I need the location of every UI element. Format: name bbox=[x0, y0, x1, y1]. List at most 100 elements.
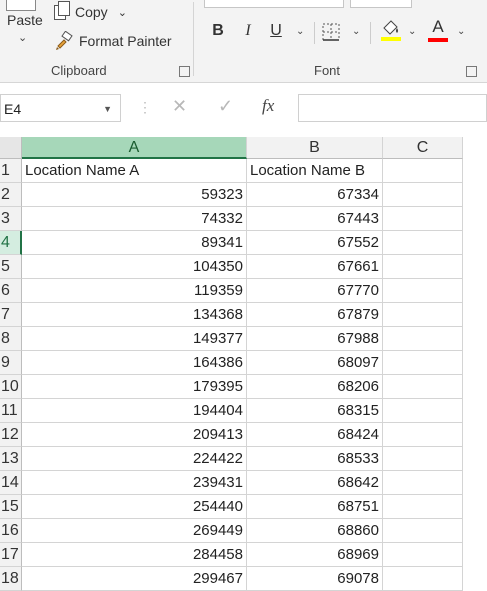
cell-a10[interactable]: 179395 bbox=[22, 375, 247, 399]
row-header-18[interactable]: 18 bbox=[0, 567, 22, 591]
name-box[interactable]: E4 ▼ bbox=[0, 94, 121, 122]
cell-a9[interactable]: 164386 bbox=[22, 351, 247, 375]
row-header-1[interactable]: 1 bbox=[0, 159, 22, 183]
row-header-12[interactable]: 12 bbox=[0, 423, 22, 447]
cell-a1[interactable]: Location Name A bbox=[22, 159, 247, 183]
select-all-button[interactable] bbox=[0, 137, 22, 159]
cell-a3[interactable]: 74332 bbox=[22, 207, 247, 231]
cell-b16[interactable]: 68860 bbox=[247, 519, 383, 543]
cell-a18[interactable]: 299467 bbox=[22, 567, 247, 591]
italic-button[interactable]: I bbox=[238, 20, 258, 42]
cell-a5[interactable]: 104350 bbox=[22, 255, 247, 279]
cell-b14[interactable]: 68642 bbox=[247, 471, 383, 495]
cell-c6[interactable] bbox=[383, 279, 463, 303]
row-header-5[interactable]: 5 bbox=[0, 255, 22, 279]
cell-b15[interactable]: 68751 bbox=[247, 495, 383, 519]
cell-c9[interactable] bbox=[383, 351, 463, 375]
row-header-14[interactable]: 14 bbox=[0, 471, 22, 495]
bold-button[interactable]: B bbox=[208, 20, 228, 42]
row-header-10[interactable]: 10 bbox=[0, 375, 22, 399]
cell-a2[interactable]: 59323 bbox=[22, 183, 247, 207]
cell-c7[interactable] bbox=[383, 303, 463, 327]
cell-b17[interactable]: 68969 bbox=[247, 543, 383, 567]
cell-a15[interactable]: 254440 bbox=[22, 495, 247, 519]
underline-button[interactable]: U bbox=[266, 20, 286, 42]
cell-c8[interactable] bbox=[383, 327, 463, 351]
cell-a14[interactable]: 239431 bbox=[22, 471, 247, 495]
row-header-17[interactable]: 17 bbox=[0, 543, 22, 567]
cell-a13[interactable]: 224422 bbox=[22, 447, 247, 471]
paste-dropdown-icon[interactable]: ⌄ bbox=[18, 31, 27, 44]
cell-b18[interactable]: 69078 bbox=[247, 567, 383, 591]
cell-c16[interactable] bbox=[383, 519, 463, 543]
cell-b1[interactable]: Location Name B bbox=[247, 159, 383, 183]
underline-dropdown-icon[interactable]: ⌄ bbox=[296, 26, 304, 37]
column-header-c[interactable]: C bbox=[383, 137, 463, 159]
format-painter-button[interactable]: Format Painter bbox=[54, 31, 172, 51]
row-header-4[interactable]: 4 bbox=[0, 231, 22, 255]
row-header-2[interactable]: 2 bbox=[0, 183, 22, 207]
cell-b9[interactable]: 68097 bbox=[247, 351, 383, 375]
cell-a16[interactable]: 269449 bbox=[22, 519, 247, 543]
cell-c2[interactable] bbox=[383, 183, 463, 207]
cell-b4[interactable]: 67552 bbox=[247, 231, 383, 255]
cell-c4[interactable] bbox=[383, 231, 463, 255]
row-header-3[interactable]: 3 bbox=[0, 207, 22, 231]
cell-a6[interactable]: 119359 bbox=[22, 279, 247, 303]
cell-c17[interactable] bbox=[383, 543, 463, 567]
cell-b12[interactable]: 68424 bbox=[247, 423, 383, 447]
font-name-select[interactable] bbox=[204, 0, 344, 8]
cell-b8[interactable]: 67988 bbox=[247, 327, 383, 351]
name-box-dropdown-icon[interactable]: ▼ bbox=[103, 95, 112, 123]
row-header-13[interactable]: 13 bbox=[0, 447, 22, 471]
cell-b2[interactable]: 67334 bbox=[247, 183, 383, 207]
row-header-16[interactable]: 16 bbox=[0, 519, 22, 543]
cell-a7[interactable]: 134368 bbox=[22, 303, 247, 327]
row-header-9[interactable]: 9 bbox=[0, 351, 22, 375]
borders-dropdown-icon[interactable]: ⌄ bbox=[352, 26, 360, 37]
row-header-15[interactable]: 15 bbox=[0, 495, 22, 519]
cell-c11[interactable] bbox=[383, 399, 463, 423]
row-header-7[interactable]: 7 bbox=[0, 303, 22, 327]
column-header-b[interactable]: B bbox=[247, 137, 383, 159]
cancel-icon[interactable]: ✕ bbox=[172, 96, 187, 117]
copy-button[interactable]: Copy ⌄ bbox=[54, 1, 127, 22]
cell-b5[interactable]: 67661 bbox=[247, 255, 383, 279]
cell-a17[interactable]: 284458 bbox=[22, 543, 247, 567]
borders-icon[interactable] bbox=[321, 22, 343, 42]
cell-c3[interactable] bbox=[383, 207, 463, 231]
font-dialog-launcher-icon[interactable] bbox=[466, 66, 477, 77]
cell-c1[interactable] bbox=[383, 159, 463, 183]
fill-color-dropdown-icon[interactable]: ⌄ bbox=[408, 26, 416, 37]
formula-input[interactable] bbox=[298, 94, 487, 122]
row-header-8[interactable]: 8 bbox=[0, 327, 22, 351]
enter-check-icon[interactable]: ✓ bbox=[218, 96, 233, 117]
cell-c13[interactable] bbox=[383, 447, 463, 471]
font-color-button[interactable]: A bbox=[428, 17, 448, 43]
clipboard-dialog-launcher-icon[interactable] bbox=[179, 66, 190, 77]
cell-c10[interactable] bbox=[383, 375, 463, 399]
cell-c15[interactable] bbox=[383, 495, 463, 519]
cell-c12[interactable] bbox=[383, 423, 463, 447]
fill-color-icon[interactable] bbox=[380, 18, 402, 42]
cell-b10[interactable]: 68206 bbox=[247, 375, 383, 399]
paste-button[interactable]: Paste bbox=[7, 12, 43, 28]
column-header-a[interactable]: A bbox=[22, 137, 247, 159]
cell-c18[interactable] bbox=[383, 567, 463, 591]
cell-b6[interactable]: 67770 bbox=[247, 279, 383, 303]
font-size-select[interactable] bbox=[350, 0, 412, 8]
cell-b7[interactable]: 67879 bbox=[247, 303, 383, 327]
cell-b3[interactable]: 67443 bbox=[247, 207, 383, 231]
row-header-6[interactable]: 6 bbox=[0, 279, 22, 303]
paste-icon[interactable] bbox=[6, 0, 36, 11]
cell-b11[interactable]: 68315 bbox=[247, 399, 383, 423]
cell-c14[interactable] bbox=[383, 471, 463, 495]
insert-function-button[interactable]: fx bbox=[262, 96, 274, 116]
copy-dropdown-icon[interactable]: ⌄ bbox=[118, 6, 127, 19]
cell-a8[interactable]: 149377 bbox=[22, 327, 247, 351]
cell-b13[interactable]: 68533 bbox=[247, 447, 383, 471]
formula-bar-grip-icon[interactable]: ⋮ bbox=[138, 99, 152, 116]
row-header-11[interactable]: 11 bbox=[0, 399, 22, 423]
cell-a12[interactable]: 209413 bbox=[22, 423, 247, 447]
cell-a11[interactable]: 194404 bbox=[22, 399, 247, 423]
